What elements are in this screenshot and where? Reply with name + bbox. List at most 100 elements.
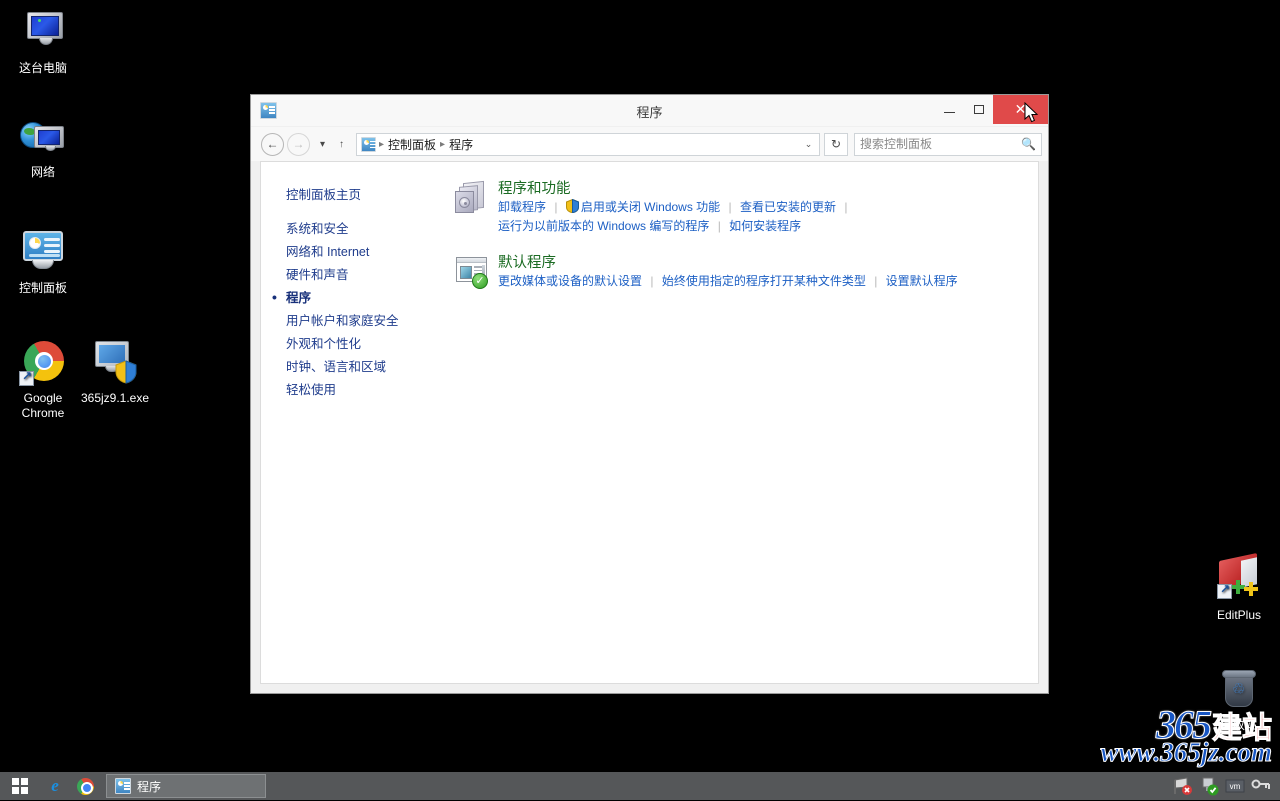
control-panel-icon: [19, 228, 67, 276]
breadcrumb-control-panel[interactable]: 控制面板: [385, 136, 439, 153]
category-title-default-programs[interactable]: 默认程序: [498, 255, 556, 271]
control-panel-window[interactable]: 程序 ✕ ← → ▾ ↑ ▸ 控制面板 ▸ 程序 ⌄ ↻: [250, 94, 1049, 694]
editplus-icon: [1215, 555, 1263, 603]
sidebar-item-hardware-sound[interactable]: 硬件和声音: [286, 264, 444, 287]
forward-button[interactable]: →: [287, 133, 310, 156]
link-separator: |: [839, 200, 852, 214]
link-always-use-program-for-filetype[interactable]: 始终使用指定的程序打开某种文件类型: [662, 274, 866, 288]
link-change-default-media-settings[interactable]: 更改媒体或设备的默认设置: [498, 274, 642, 288]
desktop[interactable]: 这台电脑 网络 控制面板 Google Chrome: [0, 0, 1280, 772]
uac-shield-icon: [566, 199, 579, 213]
sidebar-item-clock-language-region[interactable]: 时钟、语言和区域: [286, 356, 444, 379]
link-separator: |: [724, 200, 737, 214]
taskbar-icon-google-chrome[interactable]: [70, 772, 100, 800]
taskbar-window-label: 程序: [137, 778, 161, 795]
control-panel-icon: [115, 778, 131, 794]
link-view-installed-updates[interactable]: 查看已安装的更新: [740, 200, 836, 214]
green-plus-icon: [1231, 580, 1245, 594]
breadcrumb-separator: ▸: [439, 139, 446, 150]
desktop-icon-network[interactable]: 网络: [6, 112, 80, 180]
category-links-row: 运行为以前版本的 Windows 编写的程序 | 如何安装程序: [498, 217, 852, 236]
desktop-icon-label: 控制面板: [6, 281, 80, 296]
start-button[interactable]: [0, 772, 40, 800]
up-button[interactable]: ↑: [332, 133, 351, 155]
executable-icon: [91, 338, 139, 386]
sidebar-item-appearance[interactable]: 外观和个性化: [286, 333, 444, 356]
green-check-icon: ✓: [472, 273, 488, 289]
address-bar[interactable]: ▸ 控制面板 ▸ 程序 ⌄: [356, 133, 820, 156]
network-error-icon[interactable]: [1172, 776, 1194, 796]
recent-locations-button[interactable]: ▾: [313, 133, 332, 155]
svg-text:vm: vm: [1230, 782, 1241, 791]
windows-logo-icon: [12, 778, 28, 794]
this-pc-icon: [19, 8, 67, 56]
chevron-down-icon[interactable]: ⌄: [800, 139, 817, 150]
maximize-button[interactable]: [964, 95, 993, 124]
keyboard-layout-icon[interactable]: [1250, 776, 1272, 796]
category-title-programs-and-features[interactable]: 程序和功能: [498, 181, 571, 197]
sidebar-item-home[interactable]: 控制面板主页: [286, 184, 444, 207]
chrome-icon: [77, 778, 94, 795]
desktop-icon-recycle-bin[interactable]: ♲ 回收站: [1202, 665, 1276, 733]
default-programs-icon: ✓: [454, 254, 490, 290]
shortcut-arrow-icon: [19, 371, 34, 386]
desktop-icon-365jz-installer[interactable]: 365jz9.1.exe: [78, 338, 152, 406]
desktop-icon-label: 365jz9.1.exe: [78, 391, 152, 406]
sidebar-item-network-internet[interactable]: 网络和 Internet: [286, 241, 444, 264]
desktop-icon-label: Google Chrome: [6, 391, 80, 421]
back-button[interactable]: ←: [261, 133, 284, 156]
sidebar-item-programs[interactable]: 程序: [286, 287, 444, 310]
watermark-url: www.365jz.com: [1100, 739, 1272, 766]
link-uninstall-program[interactable]: 卸载程序: [498, 200, 546, 214]
sidebar-item-user-accounts[interactable]: 用户帐户和家庭安全: [286, 310, 444, 333]
link-separator: |: [713, 219, 726, 233]
network-icon: [19, 112, 67, 160]
category-list: 程序和功能 卸载程序 | 启用或关闭 Windows 功能 | 查看已安装的更新…: [444, 162, 1038, 683]
system-tray[interactable]: vm: [1170, 772, 1280, 800]
navigation-toolbar[interactable]: ← → ▾ ↑ ▸ 控制面板 ▸ 程序 ⌄ ↻ 🔍: [251, 127, 1048, 161]
desktop-icon-label: 这台电脑: [6, 61, 80, 76]
taskbar-icon-internet-explorer[interactable]: e: [40, 772, 70, 800]
recycle-bin-icon: ♲: [1215, 665, 1263, 713]
search-input[interactable]: [860, 137, 1021, 151]
minimize-button[interactable]: [935, 95, 964, 124]
link-turn-windows-features[interactable]: 启用或关闭 Windows 功能: [581, 200, 720, 214]
breadcrumb-separator: ▸: [378, 139, 385, 150]
desktop-icon-editplus[interactable]: EditPlus: [1202, 555, 1276, 623]
link-run-programs-previous-windows[interactable]: 运行为以前版本的 Windows 编写的程序: [498, 219, 709, 233]
sidebar-item-system-security[interactable]: 系统和安全: [286, 218, 444, 241]
desktop-icon-this-pc[interactable]: 这台电脑: [6, 8, 80, 76]
sidebar[interactable]: 控制面板主页 系统和安全 网络和 Internet 硬件和声音 程序 用户帐户和…: [261, 162, 444, 683]
link-set-default-programs[interactable]: 设置默认程序: [886, 274, 958, 288]
chrome-icon: [19, 338, 67, 386]
usb-safe-remove-icon[interactable]: [1198, 776, 1220, 796]
desktop-icon-google-chrome[interactable]: Google Chrome: [6, 338, 80, 421]
desktop-icon-control-panel[interactable]: 控制面板: [6, 228, 80, 296]
link-separator: |: [869, 274, 882, 288]
category-links-row: 卸载程序 | 启用或关闭 Windows 功能 | 查看已安装的更新 |: [498, 198, 852, 217]
uac-shield-icon: [115, 360, 137, 384]
desktop-icon-label: 回收站: [1202, 718, 1276, 733]
taskbar[interactable]: e 程序 vm: [0, 772, 1280, 800]
refresh-button[interactable]: ↻: [824, 133, 848, 156]
desktop-icon-label: EditPlus: [1202, 608, 1276, 623]
search-box[interactable]: 🔍: [854, 133, 1042, 156]
window-titlebar[interactable]: 程序 ✕: [251, 95, 1048, 127]
window-content: 控制面板主页 系统和安全 网络和 Internet 硬件和声音 程序 用户帐户和…: [260, 161, 1039, 684]
category-links-row: 更改媒体或设备的默认设置 | 始终使用指定的程序打开某种文件类型 | 设置默认程…: [498, 272, 958, 291]
control-panel-icon: [361, 137, 376, 152]
category-default-programs: ✓ 默认程序 更改媒体或设备的默认设置 | 始终使用指定的程序打开某种文件类型 …: [454, 254, 1038, 291]
link-separator: |: [645, 274, 658, 288]
window-title: 程序: [251, 95, 1048, 127]
mouse-cursor: [1024, 102, 1040, 124]
sidebar-item-ease-of-access[interactable]: 轻松使用: [286, 379, 444, 402]
link-how-to-install-program[interactable]: 如何安装程序: [729, 219, 801, 233]
programs-features-icon: [454, 180, 490, 216]
desktop-icon-label: 网络: [6, 165, 80, 180]
search-icon: 🔍: [1021, 137, 1036, 151]
internet-explorer-icon: e: [51, 776, 59, 796]
vm-tools-icon[interactable]: vm: [1224, 776, 1246, 796]
shortcut-arrow-icon: [1217, 584, 1232, 599]
taskbar-window-programs[interactable]: 程序: [106, 774, 266, 798]
breadcrumb-programs[interactable]: 程序: [446, 136, 476, 153]
